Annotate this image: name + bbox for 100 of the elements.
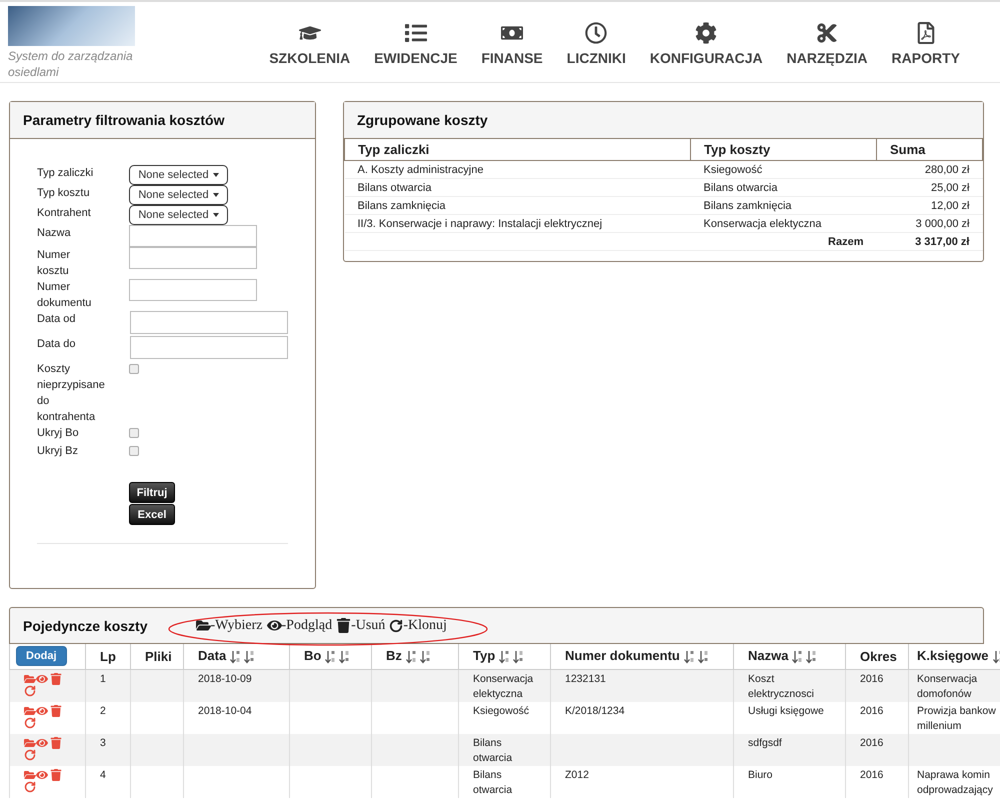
column-header[interactable]: Typ [473,648,496,664]
total-value: 3 317,00 zł [876,232,982,250]
list-icon [404,22,427,44]
refresh-icon[interactable] [24,780,36,792]
refresh-icon[interactable] [24,684,36,696]
field-label: Numer dokumentu [37,280,92,311]
sort-arrows-icon[interactable] [406,650,430,664]
date-field[interactable] [130,311,288,334]
table-cell: 1 [100,672,106,684]
table-cell: Z012 [565,768,589,780]
nav-item[interactable]: RAPORTY [880,22,972,66]
table-cell: 2018-10-04 [198,704,252,716]
field-label: Typ zaliczki [37,166,94,181]
table-cell: 2 [100,704,106,716]
table-cell: Bilans otwarcia [690,178,876,196]
refresh-icon[interactable] [24,748,36,760]
table-cell: 1232131 [565,672,606,684]
table-cell: 3 [100,736,106,748]
table-cell: Koszt elektrycznosci [748,672,814,700]
eye-icon[interactable] [36,736,48,748]
multiselect-dropdown[interactable]: None selected [129,165,228,185]
column-header[interactable]: Bo [304,648,322,664]
checkbox[interactable] [129,446,139,456]
folder-icon[interactable] [24,704,36,716]
scissors-icon [816,22,838,44]
add-button[interactable]: Dodaj [16,646,67,666]
legend-text: -Usuń [351,618,386,634]
eye-icon[interactable] [36,672,48,684]
gear-icon [695,22,718,44]
legend-text: -Wybierz [210,618,263,634]
table-cell: 3 000,00 zł [876,214,982,232]
nav-item[interactable]: EWIDENCJE [362,22,470,66]
table-cell: 2016 [860,768,884,780]
sort-arrows-icon[interactable] [684,650,708,664]
nav-item[interactable]: KONFIGURACJA [638,22,775,66]
refresh-icon [389,618,404,632]
sort-arrows-icon[interactable] [325,650,350,664]
input-field[interactable] [129,279,257,301]
panel-title: Zgrupowane koszty [344,102,983,139]
table-cell: Prowizja bankow millenium [917,704,996,732]
field-label: Data od [37,312,77,327]
trash-icon[interactable] [50,672,62,684]
table-cell: Naprawa komin odprowadzający [917,768,993,796]
table-cell: 2016 [860,704,884,716]
folder-icon[interactable] [24,672,36,684]
trash-icon[interactable] [50,768,62,780]
table-cell: 4 [100,768,106,780]
checkbox[interactable] [129,428,139,438]
folder-icon [196,618,210,633]
table-cell: Konserwacja elektyczna [690,214,876,232]
table-cell: Konserwacja domofonów [917,672,978,700]
table-cell: Bilans zamknięcia [344,196,690,214]
checkbox[interactable] [129,364,139,374]
field-label: Ukryj Bo [37,426,80,441]
table-cell: 12,00 zł [876,196,982,214]
folder-icon[interactable] [24,736,36,748]
eye-icon[interactable] [36,768,48,780]
multiselect-dropdown[interactable]: None selected [129,205,228,225]
table-cell: K/2018/1234 [565,704,625,716]
field-label: Numer kosztu [37,248,72,279]
folder-icon[interactable] [24,768,36,780]
table-cell: 2016 [860,672,884,684]
nav-item[interactable]: SZKOLENIA [257,22,362,66]
eye-icon[interactable] [36,704,48,716]
nav-item[interactable]: NARZĘDZIA [774,22,880,66]
panel-title: Parametry filtrowania kosztów [10,102,315,139]
table-cell: A. Koszty administracyjne [344,160,690,178]
table-cell: Biuro [748,768,773,780]
trash-icon[interactable] [50,704,62,716]
field-label: Koszty nieprzypisane do kontrahenta [37,362,106,425]
trash-icon[interactable] [50,736,62,748]
field-label: Nazwa [37,226,72,241]
legend-text: -Podgląd [282,618,332,634]
caret-icon [212,213,219,217]
column-header[interactable]: Bz [386,648,402,664]
table-cell: II/3. Konserwacje i naprawy: Instalacji elektrycznej [344,214,690,232]
sort-arrows-icon[interactable] [499,650,524,664]
input-field[interactable] [129,247,257,269]
nav-item[interactable]: FINANSE [469,22,555,66]
table-cell: sdfgsdf [748,736,782,748]
column-header: Suma [876,139,982,160]
action-button[interactable]: Filtruj [129,482,175,503]
panel-title: Pojedyncze koszty [23,618,148,634]
column-header: Typ koszty [690,139,876,160]
column-header: Typ zaliczki [344,139,690,160]
column-header[interactable]: Data [198,648,226,664]
sort-arrows-icon[interactable] [792,650,816,664]
nav-item[interactable]: LICZNIKI [554,22,638,66]
trash-icon [336,618,352,633]
refresh-icon[interactable] [24,716,36,728]
table-cell: Ksiegowość [690,160,876,178]
input-field[interactable] [129,225,257,247]
table-cell: Bilans otwarcia [344,178,690,196]
table-cell: 2016 [860,736,884,748]
multiselect-dropdown[interactable]: None selected [129,185,228,205]
action-button[interactable]: Excel [129,504,175,525]
sort-arrows-icon[interactable] [230,650,254,664]
field-label: Typ kosztu [37,186,91,201]
legend-text: -Klonuj [403,618,447,634]
date-field[interactable] [130,336,288,359]
